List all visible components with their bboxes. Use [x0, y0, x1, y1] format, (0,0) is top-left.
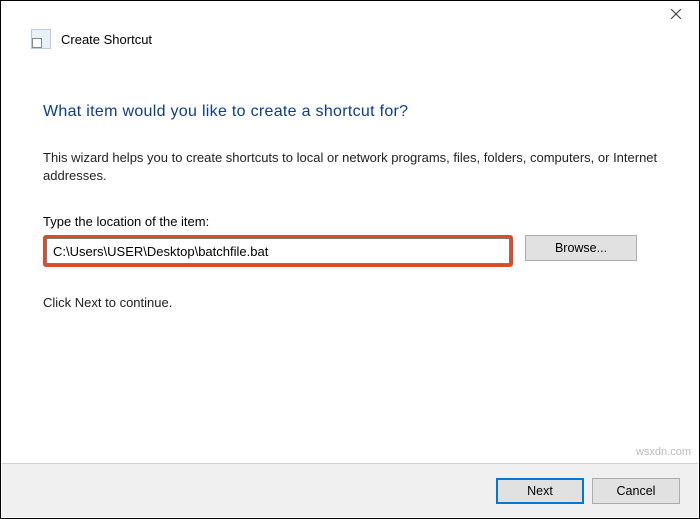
wizard-title: Create Shortcut: [61, 32, 152, 47]
location-input-highlight: [43, 235, 513, 267]
continue-text: Click Next to continue.: [43, 295, 663, 310]
watermark-text: wsxdn.com: [636, 446, 691, 458]
page-heading: What item would you like to create a sho…: [43, 103, 663, 121]
shortcut-icon: [31, 29, 51, 49]
titlebar: [1, 1, 699, 27]
browse-button[interactable]: Browse...: [525, 235, 637, 261]
location-input[interactable]: [46, 238, 510, 264]
dialog-footer: Next Cancel: [2, 463, 698, 517]
location-label: Type the location of the item:: [43, 214, 663, 229]
next-button[interactable]: Next: [496, 478, 584, 504]
close-button[interactable]: [653, 1, 699, 27]
create-shortcut-dialog: Create Shortcut What item would you like…: [0, 0, 700, 519]
location-row: Browse...: [43, 235, 663, 267]
wizard-header: Create Shortcut: [1, 27, 699, 57]
dialog-content: What item would you like to create a sho…: [1, 57, 699, 310]
cancel-button[interactable]: Cancel: [592, 478, 680, 504]
description-text: This wizard helps you to create shortcut…: [43, 149, 663, 184]
close-icon: [671, 9, 681, 19]
